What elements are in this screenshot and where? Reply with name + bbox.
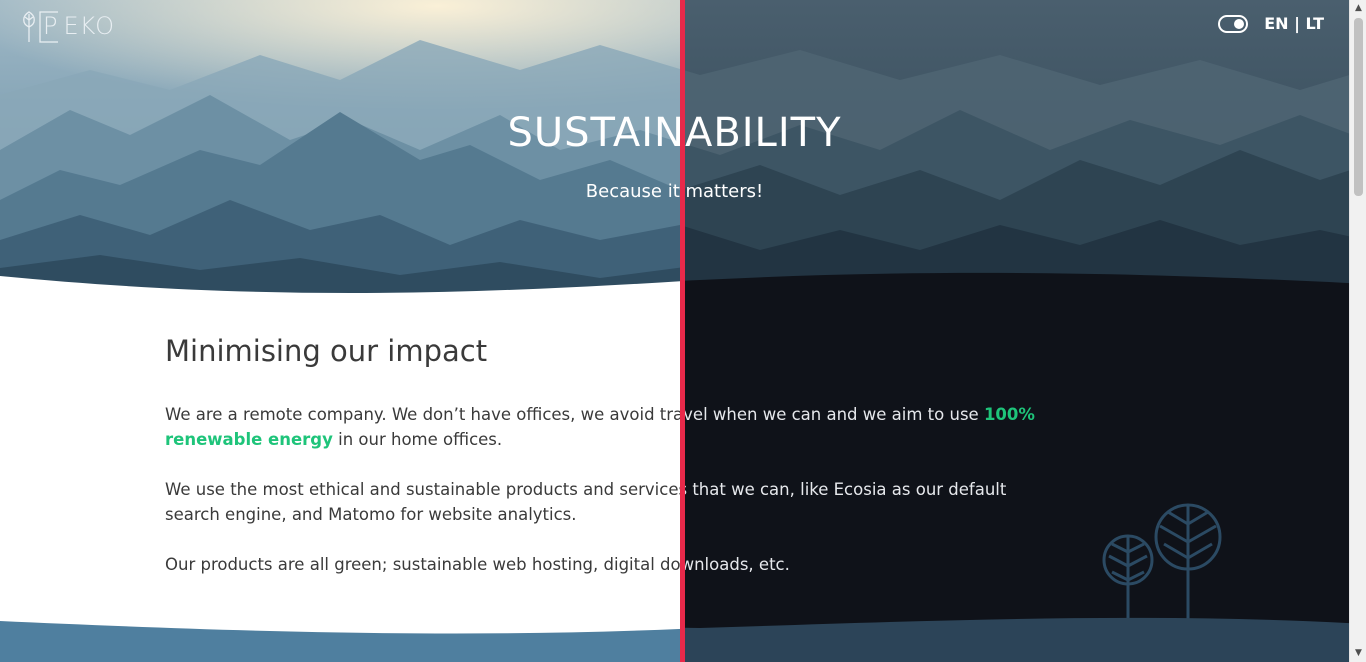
paragraph-products-services: We use the most ethical and sustainable … xyxy=(165,480,682,524)
tree-illustration-icon xyxy=(1102,503,1222,620)
comparison-divider-handle[interactable] xyxy=(680,0,685,662)
comparison-view: Minimising our impact We are a remote co… xyxy=(0,0,1366,662)
vertical-scrollbar[interactable]: ▲ ▼ xyxy=(1349,0,1366,662)
paragraph-green-products: Our products are all green; sustainable … xyxy=(165,555,682,574)
paragraph-green-products-dark: Our products are all green; sustainable … xyxy=(682,555,790,574)
scrollbar-thumb[interactable] xyxy=(1354,18,1363,196)
paragraph-remote-dark: We are a remote company. We don’t have o… xyxy=(682,402,1065,452)
light-theme-panel: Minimising our impact We are a remote co… xyxy=(0,0,682,662)
section-heading-dark: Minimising our impact xyxy=(682,334,1065,368)
impact-section-dark: Minimising our impact We are a remote co… xyxy=(682,334,1065,602)
paragraph-remote: We are a remote company. We don’t have o… xyxy=(165,402,682,452)
page-subtitle: Because it matters! xyxy=(585,181,764,202)
site-logo[interactable]: P EKO xyxy=(18,10,118,44)
impact-section: Minimising our impact We are a remote co… xyxy=(165,334,682,602)
dark-mode-toggle[interactable] xyxy=(1218,14,1249,33)
toggle-knob xyxy=(1234,18,1245,29)
section-heading: Minimising our impact xyxy=(165,334,488,368)
top-navigation: EN | LT xyxy=(1218,14,1324,33)
scroll-down-arrow-icon[interactable]: ▼ xyxy=(1350,645,1366,662)
page-title: SUSTAINABILITY xyxy=(507,110,842,156)
logo-wordmark: P EKO xyxy=(43,12,115,40)
scroll-up-arrow-icon[interactable]: ▲ xyxy=(1350,0,1366,17)
dark-theme-panel: Minimising our impact We are a remote co… xyxy=(682,0,1349,662)
paragraph-products-services-dark: We use the most ethical and sustainable … xyxy=(682,480,1007,499)
language-switcher[interactable]: EN | LT xyxy=(1264,14,1324,33)
